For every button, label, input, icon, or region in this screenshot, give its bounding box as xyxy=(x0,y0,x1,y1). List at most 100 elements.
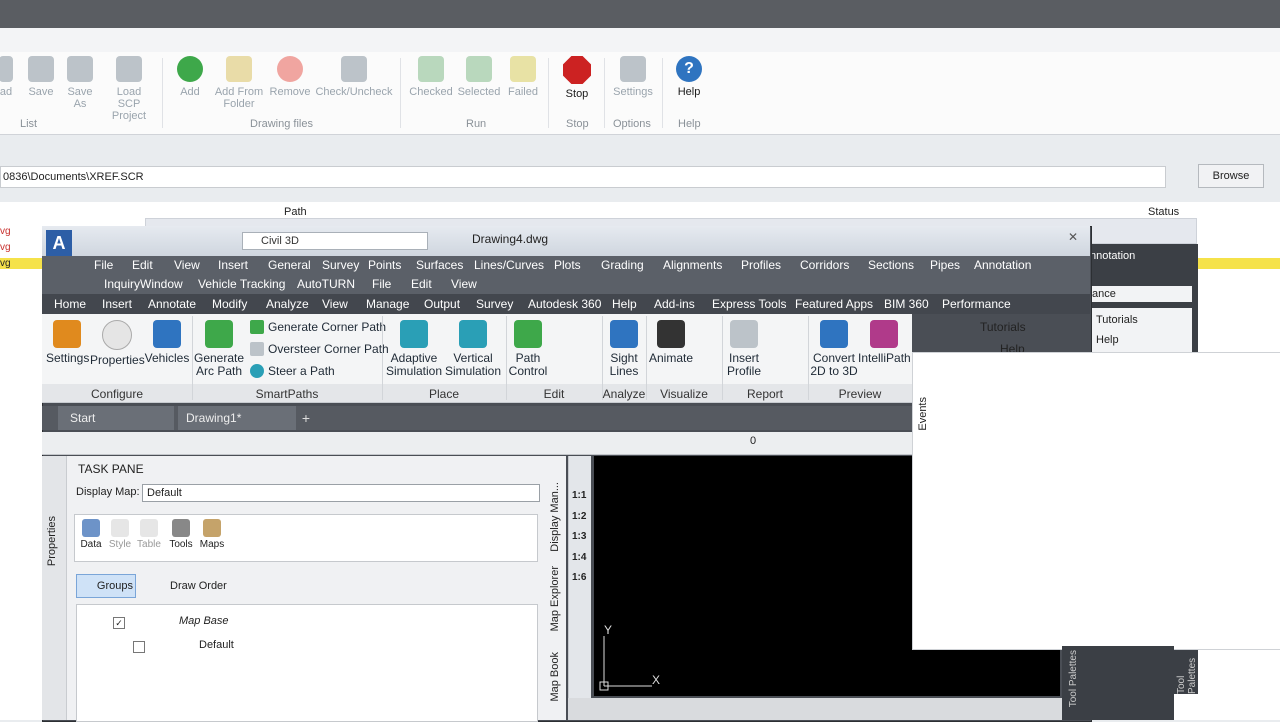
tab-express-tools[interactable]: Express Tools xyxy=(712,297,786,311)
tab-output[interactable]: Output xyxy=(424,297,460,311)
display-manager-tab[interactable]: Display Man... xyxy=(549,482,561,552)
scale-1-6[interactable]: 1:6 xyxy=(572,572,586,583)
save-as-button[interactable]: Save As xyxy=(62,56,98,110)
oversteer-corner-path-button[interactable]: Oversteer Corner Path xyxy=(250,342,389,356)
style-tool[interactable]: Style xyxy=(107,519,133,550)
tutorials-link[interactable]: Tutorials xyxy=(1096,314,1138,326)
generate-arc-path-button[interactable]: Generate Arc Path xyxy=(194,320,244,378)
add-tab-icon[interactable]: + xyxy=(298,410,314,426)
menu-annotation[interactable]: Annotation xyxy=(974,258,1031,272)
menu-points[interactable]: Points xyxy=(368,258,401,272)
failed-button[interactable]: Failed xyxy=(504,56,542,98)
tab-drawing1[interactable]: Drawing1* xyxy=(178,406,296,430)
menu-view-2[interactable]: View xyxy=(451,277,477,291)
menu-survey[interactable]: Survey xyxy=(322,258,359,272)
command-line[interactable] xyxy=(568,698,1062,720)
script-path-field[interactable]: 0836\Documents\XREF.SCR xyxy=(0,166,1166,188)
check-uncheck-button[interactable]: Check/Uncheck xyxy=(314,56,394,98)
tutorials-link[interactable]: Tutorials xyxy=(980,320,1026,334)
load-button[interactable]: ad xyxy=(0,56,16,98)
menu-window[interactable]: Window xyxy=(140,277,183,291)
menu-plots[interactable]: Plots xyxy=(554,258,581,272)
menu-edit[interactable]: Edit xyxy=(132,258,153,272)
tab-bim-360[interactable]: BIM 360 xyxy=(884,297,929,311)
layer-value[interactable]: 0 xyxy=(750,435,756,447)
load-scp-project-button[interactable]: Load SCP Project xyxy=(104,56,154,122)
menu-sections[interactable]: Sections xyxy=(868,258,914,272)
checked-button[interactable]: Checked xyxy=(408,56,454,98)
intellipath-button[interactable]: IntelliPath xyxy=(858,320,911,365)
draw-order-button[interactable]: Draw Order xyxy=(170,580,227,592)
events-tab[interactable]: Events xyxy=(917,397,929,431)
menu-vehicle-tracking[interactable]: Vehicle Tracking xyxy=(198,277,285,291)
tab-analyze[interactable]: Analyze xyxy=(266,297,309,311)
annotation-tab[interactable]: nnotation xyxy=(1090,250,1135,262)
ance-tab[interactable]: ance xyxy=(1090,286,1192,302)
tab-survey[interactable]: Survey xyxy=(476,297,513,311)
vehicles-button[interactable]: Vehicles xyxy=(144,320,190,365)
map-base-checkbox[interactable]: ✓ xyxy=(113,617,125,629)
tab-annotate[interactable]: Annotate xyxy=(148,297,196,311)
tab-autodesk-360[interactable]: Autodesk 360 xyxy=(528,297,601,311)
menu-lines-curves[interactable]: Lines/Curves xyxy=(474,258,544,272)
menu-autoturn[interactable]: AutoTURN xyxy=(297,277,355,291)
groups-button[interactable]: Groups xyxy=(76,574,136,598)
close-icon[interactable]: ✕ xyxy=(1068,230,1082,244)
menu-alignments[interactable]: Alignments xyxy=(663,258,722,272)
tools-tool[interactable]: Tools xyxy=(167,519,195,550)
map-explorer-tab[interactable]: Map Explorer xyxy=(549,566,561,631)
app-menu-icon[interactable]: A xyxy=(46,230,72,256)
help-button[interactable]: ? Help xyxy=(670,56,708,98)
tab-home[interactable]: Home xyxy=(54,297,86,311)
insert-profile-button[interactable]: Insert Profile xyxy=(724,320,764,378)
tab-manage[interactable]: Manage xyxy=(366,297,409,311)
menu-grading[interactable]: Grading xyxy=(601,258,644,272)
tool-palettes-label[interactable]: Tool Palettes xyxy=(1176,644,1198,694)
menu-view[interactable]: View xyxy=(174,258,200,272)
menu-surfaces[interactable]: Surfaces xyxy=(416,258,463,272)
tab-help[interactable]: Help xyxy=(612,297,637,311)
menu-inquiry[interactable]: Inquiry xyxy=(104,277,140,291)
menu-general[interactable]: General xyxy=(268,258,311,272)
help-link[interactable]: Help xyxy=(1096,334,1119,346)
default-checkbox[interactable] xyxy=(133,641,145,653)
menu-profiles[interactable]: Profiles xyxy=(741,258,781,272)
menu-file-2[interactable]: File xyxy=(372,277,391,291)
map-book-tab[interactable]: Map Book xyxy=(549,652,561,702)
workspace-dropdown[interactable]: Civil 3D xyxy=(242,232,428,250)
tab-modify[interactable]: Modify xyxy=(212,297,247,311)
menu-edit-2[interactable]: Edit xyxy=(411,277,432,291)
column-path[interactable]: Path xyxy=(284,206,307,218)
stop-button[interactable]: Stop xyxy=(558,56,596,100)
settings-button[interactable]: Settings xyxy=(46,320,89,365)
steer-a-path-button[interactable]: Steer a Path xyxy=(250,364,335,378)
column-status[interactable]: Status xyxy=(1148,206,1179,218)
data-tool[interactable]: Data xyxy=(79,519,103,550)
tree-root[interactable]: Map Base xyxy=(179,615,229,627)
scale-1-4[interactable]: 1:4 xyxy=(572,552,586,563)
add-from-folder-button[interactable]: Add From Folder xyxy=(212,56,266,110)
list-item[interactable]: vg xyxy=(0,226,11,237)
scale-1-1[interactable]: 1:1 xyxy=(572,490,586,501)
remove-button[interactable]: Remove xyxy=(268,56,312,98)
properties-side-tab[interactable]: Properties xyxy=(46,516,58,566)
display-map-dropdown[interactable]: Default xyxy=(142,484,540,502)
convert-2d-to-3d-button[interactable]: Convert 2D to 3D xyxy=(810,320,858,378)
tool-palettes-tab[interactable]: Tool Palettes xyxy=(1068,650,1079,707)
properties-button[interactable]: Properties xyxy=(90,320,145,367)
tab-start[interactable]: Start xyxy=(58,406,174,430)
generate-corner-path-button[interactable]: Generate Corner Path xyxy=(250,320,386,334)
tab-add-ins[interactable]: Add-ins xyxy=(654,297,695,311)
sight-lines-button[interactable]: Sight Lines xyxy=(604,320,644,378)
maps-tool[interactable]: Maps xyxy=(197,519,227,550)
selected-button[interactable]: Selected xyxy=(456,56,502,98)
settings-button[interactable]: Settings xyxy=(610,56,656,98)
menu-pipes[interactable]: Pipes xyxy=(930,258,960,272)
tree-child[interactable]: Default xyxy=(199,639,234,651)
scale-1-2[interactable]: 1:2 xyxy=(572,511,586,522)
menu-insert[interactable]: Insert xyxy=(218,258,248,272)
tab-view[interactable]: View xyxy=(322,297,348,311)
path-control-button[interactable]: Path Control xyxy=(508,320,548,378)
menu-corridors[interactable]: Corridors xyxy=(800,258,849,272)
adaptive-simulation-button[interactable]: Adaptive Simulation xyxy=(386,320,442,378)
